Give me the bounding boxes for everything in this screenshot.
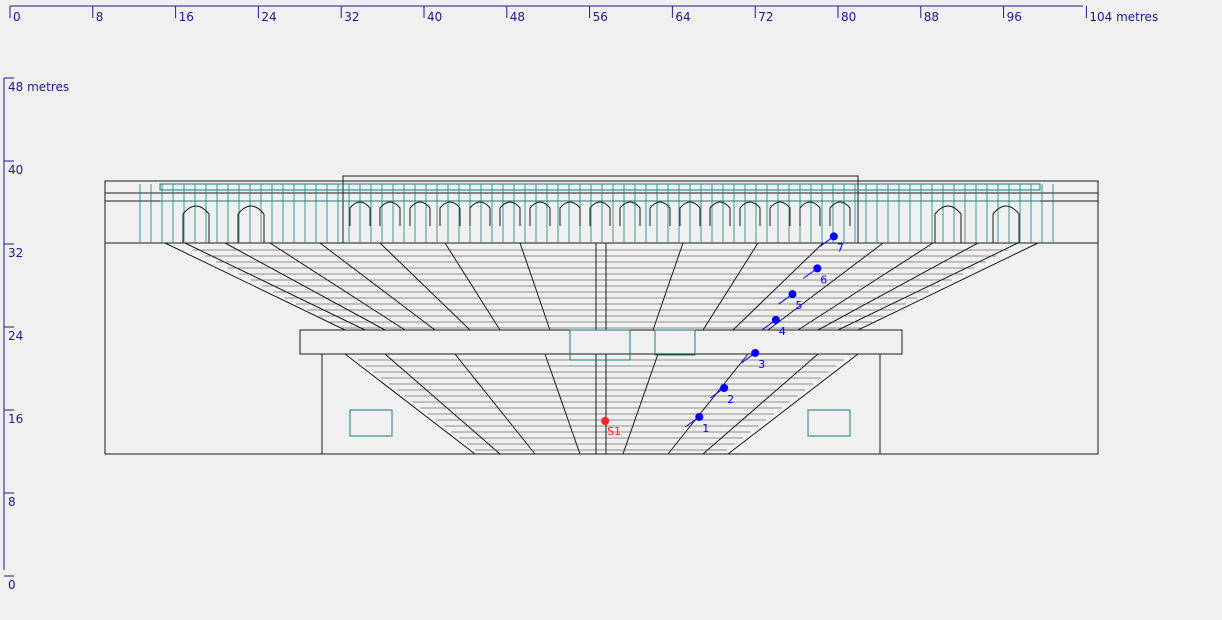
v-ruler-label: 40	[8, 163, 23, 177]
v-ruler-label: 32	[8, 246, 23, 260]
h-ruler-label: 24	[261, 10, 276, 24]
h-ruler-label: 96	[1007, 10, 1022, 24]
h-ruler-label: 56	[593, 10, 608, 24]
v-ruler-label: 8	[8, 495, 16, 509]
v-ruler-label: 48 metres	[8, 80, 69, 94]
source-label: S1	[607, 425, 621, 438]
h-ruler-label: 0	[13, 10, 21, 24]
h-ruler-label: 40	[427, 10, 442, 24]
h-ruler-label: 48	[510, 10, 525, 24]
h-ruler-label: 72	[758, 10, 773, 24]
listener-label: 2	[727, 393, 734, 406]
hall-section-diagram: 0 8 16 24 32 40 48 56 64 72 80 88 96 104 metres 48 me…	[0, 0, 1222, 620]
h-ruler-label: 104 metres	[1089, 10, 1158, 24]
v-ruler-label: 0	[8, 578, 16, 592]
source-point[interactable]	[601, 417, 610, 425]
v-ruler-label: 24	[8, 329, 23, 343]
listener-label: 6	[820, 273, 827, 286]
listener-label: 4	[779, 325, 786, 338]
h-ruler-label: 32	[344, 10, 359, 24]
listener-label: 1	[702, 422, 709, 435]
h-ruler-label: 88	[924, 10, 939, 24]
listener-label: 5	[795, 299, 802, 312]
listener-label: 3	[758, 358, 765, 371]
listener-point[interactable]	[829, 232, 838, 241]
listener-point[interactable]	[788, 290, 797, 299]
v-ruler-label: 16	[8, 412, 23, 426]
listener-point[interactable]	[720, 384, 729, 392]
listener-point[interactable]	[695, 412, 704, 421]
h-ruler-label: 16	[179, 10, 194, 24]
listener-label: 7	[837, 241, 844, 254]
listener-point[interactable]	[813, 264, 822, 273]
listener-point[interactable]	[771, 315, 780, 324]
h-ruler-label: 80	[841, 10, 856, 24]
h-ruler-label: 64	[675, 10, 690, 24]
h-ruler-label: 8	[96, 10, 104, 24]
listener-point[interactable]	[751, 348, 760, 357]
